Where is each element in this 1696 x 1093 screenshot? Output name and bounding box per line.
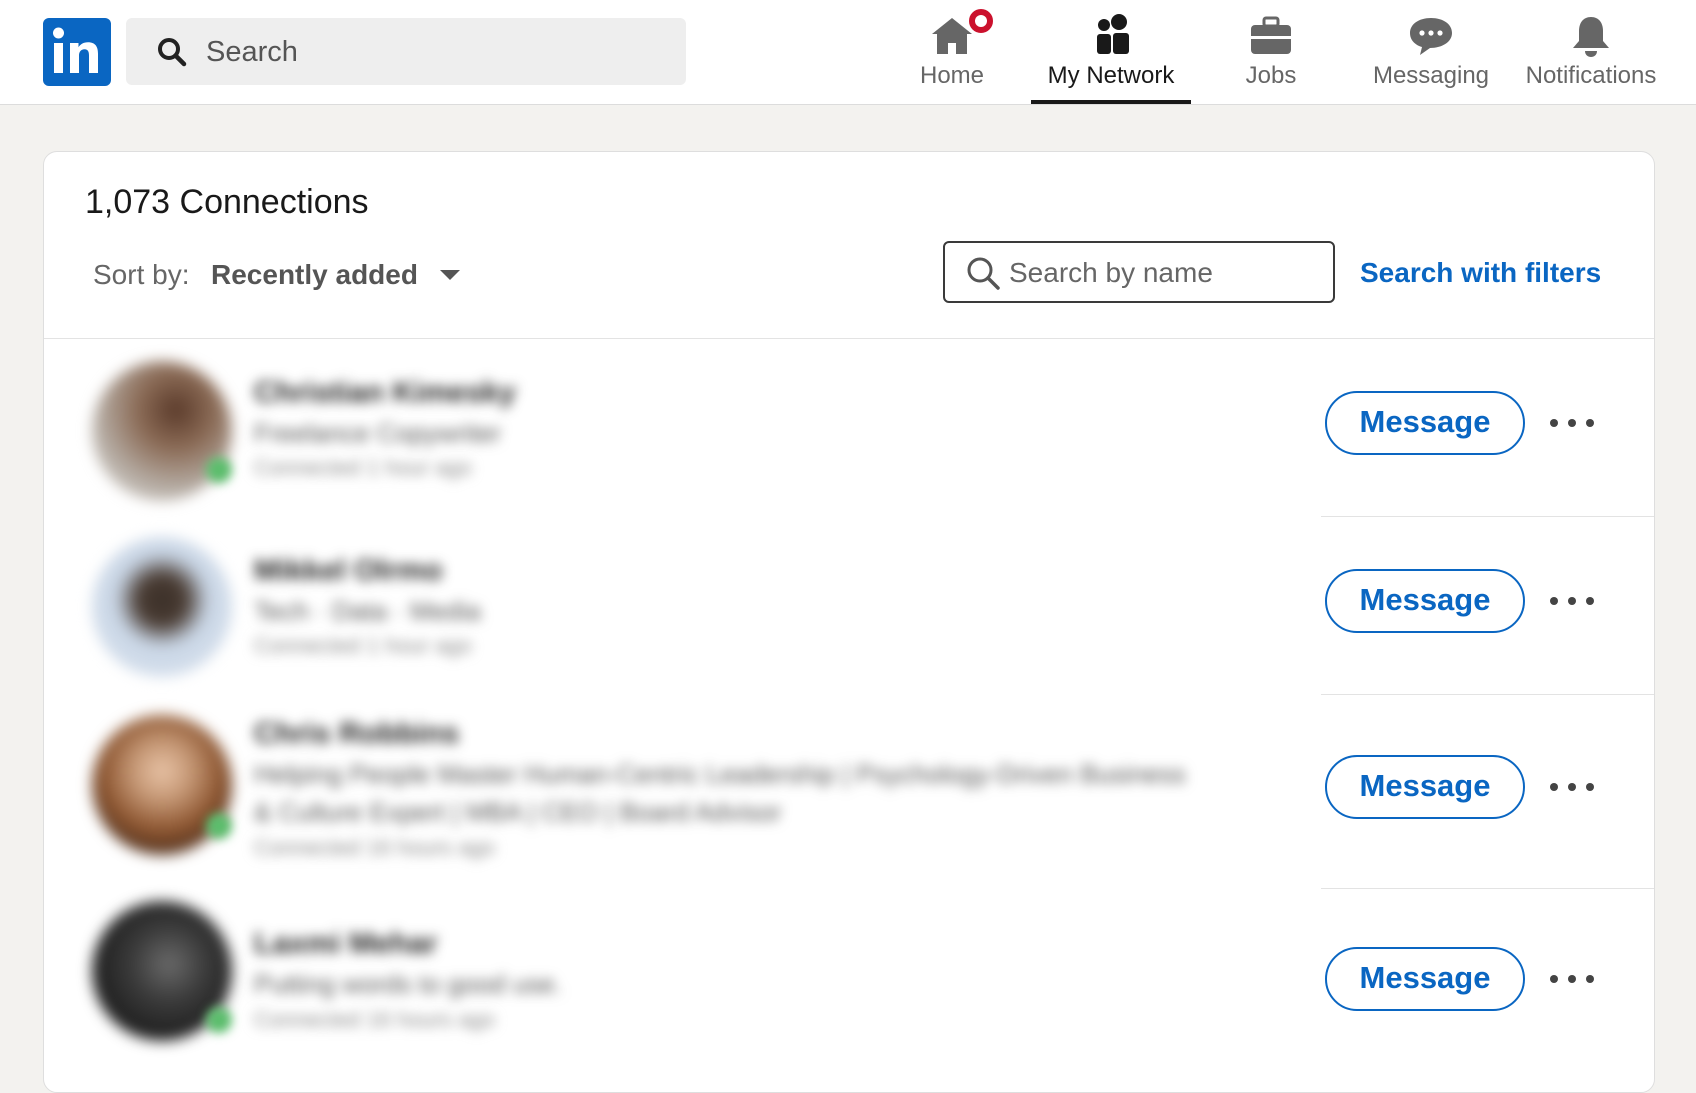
search-by-name-placeholder: Search by name (1009, 257, 1213, 288)
global-search-placeholder: Search (206, 36, 298, 68)
more-options-icon[interactable] (1544, 767, 1604, 807)
nav-jobs-label: Jobs (1245, 62, 1297, 89)
search-icon (158, 38, 187, 67)
connection-name[interactable]: Mikkel Olrmo (254, 554, 442, 588)
avatar[interactable] (92, 537, 232, 677)
connection-headline: Helping People Master Human-Centric Lead… (254, 759, 1186, 789)
nav-notifications[interactable]: Notifications (1516, 0, 1666, 104)
more-options-icon[interactable] (1544, 403, 1604, 443)
online-status-icon (206, 813, 232, 839)
nav-home-label: Home (919, 62, 985, 89)
connection-name[interactable]: Laxmi Mehar (254, 927, 437, 961)
nav-jobs[interactable]: Jobs (1226, 0, 1316, 104)
connection-headline: Tech · Data · Media (254, 596, 481, 626)
message-button[interactable]: Message (1325, 391, 1525, 455)
connection-time: Connected 16 hours ago (254, 835, 495, 860)
connection-name[interactable]: Chris Robbins (254, 717, 459, 751)
connection-headline: Putting words to good use. (254, 969, 562, 999)
search-icon (967, 257, 1000, 290)
connection-time: Connected 1 hour ago (254, 633, 472, 658)
linkedin-logo-icon[interactable] (43, 18, 111, 86)
caret-down-icon[interactable] (438, 268, 462, 282)
sort-by-label: Sort by: (93, 259, 190, 290)
message-button[interactable]: Message (1325, 569, 1525, 633)
connections-count-title: 1,073 Connections (85, 183, 369, 221)
nav-notifications-label: Notifications (1525, 62, 1657, 89)
connection-row: Christian Kimesky Freelance Copywriter C… (44, 339, 1654, 517)
top-navigation-bar: Search Home My Network Jobs Messaging No… (0, 0, 1696, 105)
active-tab-indicator (1031, 100, 1191, 104)
connection-headline: Freelance Copywriter (254, 418, 502, 448)
connection-row: Laxmi Mehar Putting words to good use. C… (44, 889, 1654, 1089)
connection-headline: & Culture Expert | MBA | CEO | Board Adv… (254, 797, 782, 827)
bell-icon (1573, 17, 1609, 57)
nav-my-network-label: My Network (1047, 62, 1175, 89)
sort-dropdown[interactable]: Recently added (211, 258, 418, 292)
notification-badge-icon (966, 6, 996, 36)
connection-row: Mikkel Olrmo Tech · Data · Media Connect… (44, 517, 1654, 695)
connection-name[interactable]: Christian Kimesky (254, 376, 516, 410)
message-button[interactable]: Message (1325, 947, 1525, 1011)
more-options-icon[interactable] (1544, 959, 1604, 999)
briefcase-icon (1251, 16, 1291, 54)
online-status-icon (206, 1007, 232, 1033)
nav-home[interactable]: Home (910, 0, 996, 104)
connection-time: Connected 16 hours ago (254, 1007, 495, 1032)
connections-card: 1,073 Connections Sort by: Recently adde… (43, 151, 1655, 1093)
chat-icon (1410, 18, 1452, 55)
more-options-icon[interactable] (1544, 581, 1604, 621)
search-with-filters-link[interactable]: Search with filters (1360, 256, 1601, 290)
global-search-input[interactable]: Search (126, 18, 686, 85)
nav-messaging-label: Messaging (1372, 62, 1490, 89)
connection-time: Connected 1 hour ago (254, 455, 472, 480)
search-by-name-input[interactable]: Search by name (943, 241, 1335, 303)
people-icon (1097, 14, 1129, 54)
message-button[interactable]: Message (1325, 755, 1525, 819)
online-status-icon (206, 457, 232, 483)
nav-my-network[interactable]: My Network (1031, 0, 1191, 104)
nav-messaging[interactable]: Messaging (1366, 0, 1496, 104)
connection-row: Chris Robbins Helping People Master Huma… (44, 695, 1654, 889)
